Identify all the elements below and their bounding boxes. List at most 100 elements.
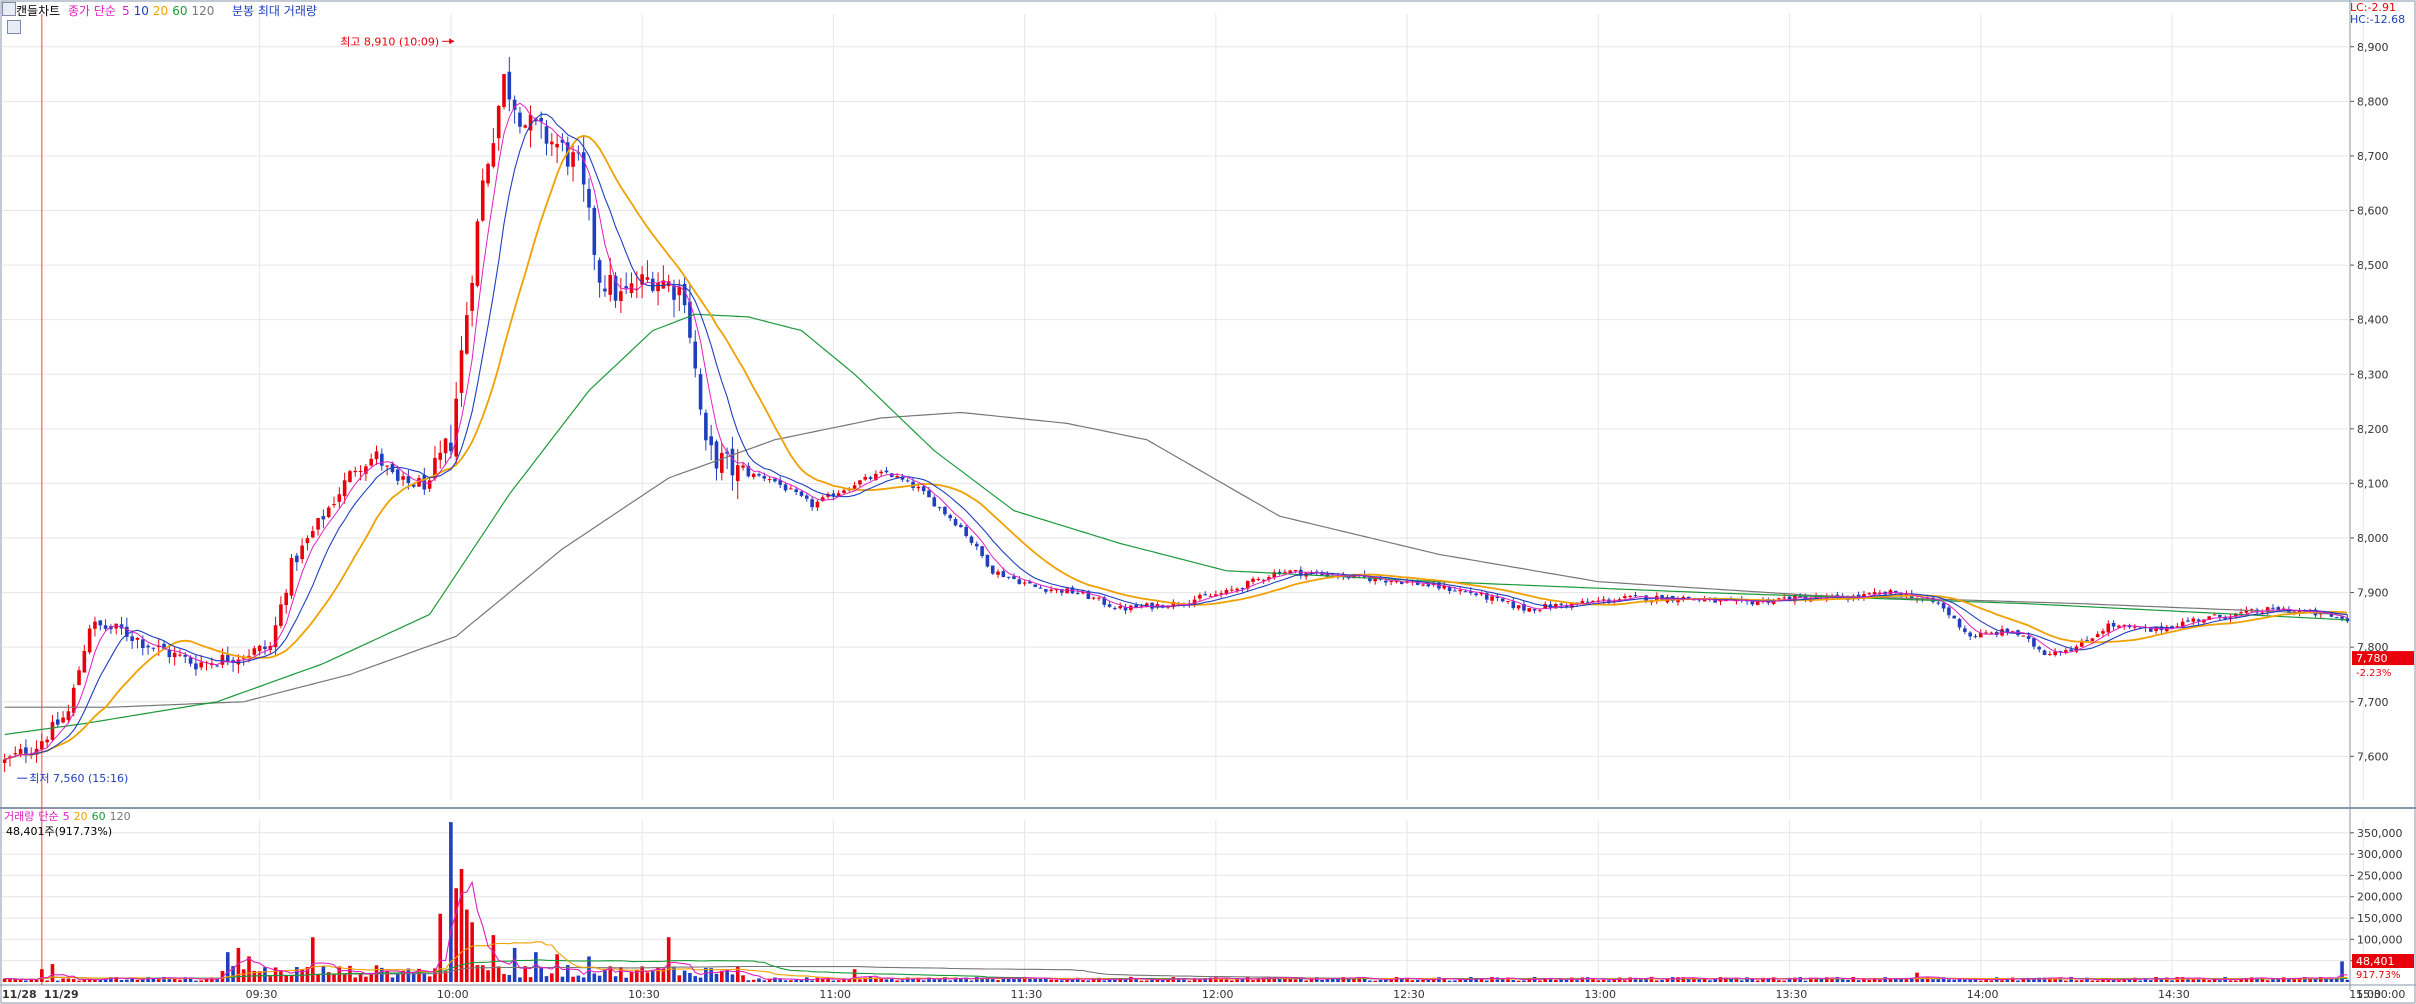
candle-body: [810, 499, 814, 508]
candle-body: [401, 476, 405, 480]
candle-body: [1113, 608, 1117, 610]
volume-legend[interactable]: 거래량 단순 5 20 60 120: [4, 808, 137, 824]
volume-bar: [1963, 979, 1967, 982]
candle-body: [199, 662, 204, 668]
volume-bar: [342, 974, 347, 982]
time-label: 12:30: [1393, 988, 1425, 1001]
candle-body: [146, 645, 150, 648]
volume-bar: [2202, 979, 2206, 982]
candle-body: [1963, 628, 1967, 632]
volume-bar: [465, 909, 469, 982]
candle-body: [2111, 622, 2116, 627]
candle-body: [932, 497, 937, 507]
price-tick-label: 7,600: [2357, 750, 2389, 763]
candle-body: [310, 531, 315, 538]
candle-body: [985, 554, 990, 567]
candle-body: [1038, 587, 1043, 589]
candle-body: [1623, 596, 1627, 599]
price-tick-label: 8,200: [2357, 423, 2389, 436]
volume-bar: [178, 979, 182, 982]
chart-canvas: 8,900 8,800 8,700 8,600 8,500 8,400 8,300 8,200…: [0, 0, 2416, 1004]
volume-bar: [555, 954, 559, 982]
max-volume-label[interactable]: 분봉 최대 거래량: [232, 2, 317, 19]
volume-bar: [1410, 980, 1415, 982]
candle-body: [252, 648, 257, 655]
volume-bar: [1952, 979, 1957, 982]
volume-bar: [1187, 980, 1192, 982]
volume-bar: [735, 966, 740, 982]
volume-bar: [268, 976, 273, 982]
candle-body: [1426, 584, 1431, 587]
candle-body: [1936, 602, 1941, 604]
candle-body: [167, 649, 172, 658]
volume-bar: [18, 980, 23, 982]
candle-body: [805, 495, 809, 499]
price-tick-label: 7,700: [2357, 696, 2389, 709]
volume-bar: [820, 978, 825, 982]
volume-bar: [1777, 980, 1781, 982]
time-label: 10:30: [628, 988, 660, 1001]
volume-bar: [698, 977, 703, 982]
vol-ma20-label: 20: [73, 810, 88, 823]
high-marker-arrowhead: [449, 38, 455, 45]
candle-body: [714, 441, 719, 469]
volume-bar: [720, 970, 724, 982]
volume-bar: [332, 974, 336, 982]
candle-body: [98, 620, 103, 626]
candle-body: [1203, 594, 1208, 596]
menu-icon[interactable]: [2, 2, 16, 16]
candle-body: [449, 442, 453, 452]
candle-body: [1952, 615, 1957, 619]
candle-body: [470, 282, 474, 311]
candle-body: [1458, 590, 1463, 592]
volume-bar: [794, 979, 798, 982]
volume-bar: [560, 976, 565, 982]
candle-body: [496, 105, 501, 139]
candle-body: [1017, 579, 1022, 584]
candle-body: [1532, 609, 1537, 611]
candle-body: [2186, 620, 2190, 622]
candle-body: [1235, 588, 1239, 591]
price-ma-legend[interactable]: 종가 단순 5 10 20 60 120: [68, 2, 220, 19]
volume-bar: [24, 980, 28, 982]
candle-body: [1947, 607, 1951, 616]
candle-body: [45, 739, 49, 743]
candle-body: [1755, 601, 1760, 605]
candle-body: [672, 285, 676, 300]
candle-body: [1229, 589, 1234, 591]
settings-icon[interactable]: [7, 20, 21, 34]
time-label: 14:30: [2158, 988, 2190, 1001]
volume-bar: [2079, 980, 2084, 982]
stock-chart: 8,900 8,800 8,700 8,600 8,500 8,400 8,300 8,200…: [0, 0, 2416, 1004]
candle-body: [1097, 597, 1101, 599]
candle-body: [215, 665, 219, 667]
candle-body: [1867, 593, 1872, 595]
volume-bar: [2271, 979, 2275, 982]
volume-bar: [1931, 979, 1935, 982]
volume-bar: [640, 966, 644, 982]
volume-bar: [789, 980, 793, 982]
volume-bar: [762, 980, 767, 982]
volume-bar: [406, 968, 411, 982]
chart-type-label[interactable]: 캔들차트: [16, 2, 60, 19]
volume-bar: [948, 980, 953, 982]
candle-body: [858, 480, 862, 485]
candle-body: [337, 494, 342, 502]
time-label: 13:30: [1776, 988, 1808, 1001]
volume-bar: [576, 975, 581, 982]
volume-bar: [1554, 979, 1558, 982]
candle-body: [257, 645, 262, 652]
volume-bar: [629, 972, 634, 982]
ma60-label: 60: [172, 4, 188, 18]
volume-bar: [2117, 980, 2121, 982]
volume-bar: [757, 978, 761, 982]
volume-bar: [2106, 980, 2111, 982]
candle-body: [2212, 614, 2217, 616]
candle-body: [1251, 578, 1255, 582]
candle-body: [1118, 606, 1123, 609]
candle-body: [693, 341, 698, 369]
candle-body: [475, 221, 480, 286]
volume-bar: [518, 977, 522, 982]
last-volume-pct: 917.73%: [2356, 970, 2401, 981]
candle-body: [284, 592, 289, 606]
